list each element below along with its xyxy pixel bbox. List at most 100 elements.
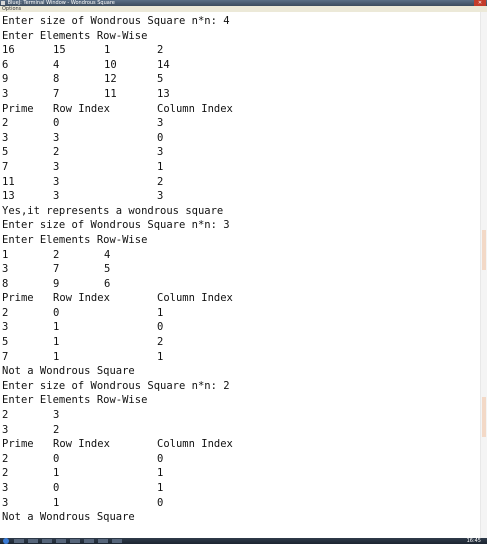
console-cell: 3: [157, 190, 164, 203]
console-line: Not a Wondrous Square: [2, 364, 477, 379]
console-line: 2 0 3: [2, 116, 477, 131]
console-cell: 3: [2, 321, 9, 334]
console-line: Prime Row Index Column Index: [2, 102, 477, 117]
taskbar-button[interactable]: [42, 539, 52, 543]
console-cell: 2: [2, 117, 9, 130]
console-cell: 5: [2, 336, 9, 349]
console-cell: 2: [2, 467, 9, 480]
console-cell: 1: [53, 496, 60, 509]
console-line: 3 7 5: [2, 262, 477, 277]
taskbar-button[interactable]: [98, 539, 108, 543]
console-cell: 2: [53, 248, 60, 261]
console-line: 2 0 0: [2, 452, 477, 467]
console-cell: 3: [53, 160, 60, 173]
console-line: Enter Elements Row-Wise: [2, 29, 477, 44]
console-cell: 3: [53, 175, 60, 188]
console-cell: 1: [157, 160, 164, 173]
console-line: 13 3 3: [2, 189, 477, 204]
console-cell: 2: [157, 336, 164, 349]
console-line: 7 1 1: [2, 350, 477, 365]
console-cell: 1: [53, 350, 60, 363]
console-cell: 8: [2, 277, 9, 290]
console-cell: 2: [53, 423, 60, 436]
console-cell: 1: [53, 467, 60, 480]
console-cell: 3: [2, 423, 9, 436]
taskbar-button[interactable]: [28, 539, 38, 543]
console-cell: Prime: [2, 292, 34, 305]
console-cell: 12: [104, 73, 117, 86]
console-line: Enter Elements Row-Wise: [2, 393, 477, 408]
console-cell: 13: [157, 87, 170, 100]
console-cell: 1: [157, 306, 164, 319]
menu-bar: Options: [0, 6, 487, 12]
console-line: 6 4 10 14: [2, 58, 477, 73]
console-cell: 2: [157, 175, 164, 188]
taskbar-button[interactable]: [70, 539, 80, 543]
console-cell: 1: [104, 44, 111, 57]
console-cell: 11: [104, 87, 117, 100]
console-cell: 3: [2, 496, 9, 509]
console-text: Not a Wondrous Square: [2, 365, 135, 378]
console-text: Not a Wondrous Square: [2, 511, 135, 524]
taskbar-button[interactable]: [112, 539, 122, 543]
console-cell: Column Index: [157, 438, 233, 451]
taskbar-button[interactable]: [56, 539, 66, 543]
console-cell: 3: [53, 190, 60, 203]
console-line: Enter size of Wondrous Square n*n: 4: [2, 14, 477, 29]
console-cell: 1: [53, 321, 60, 334]
console-cell: 15: [53, 44, 66, 57]
console-cell: Row Index: [53, 102, 110, 115]
console-cell: 6: [104, 277, 111, 290]
console-cell: 3: [53, 409, 60, 422]
console-cell: 7: [2, 160, 9, 173]
console-cell: 9: [2, 73, 9, 86]
console-cell: 0: [53, 482, 60, 494]
console-cell: 0: [53, 117, 60, 130]
menu-item-options[interactable]: Options: [0, 6, 21, 12]
console-line: 3 7 11 13: [2, 87, 477, 102]
console-line: 8 9 6: [2, 277, 477, 292]
console-line: Not a Wondrous Square: [2, 510, 477, 525]
console-cell: 0: [157, 321, 164, 334]
console-cell: 0: [53, 306, 60, 319]
taskbar-button[interactable]: [84, 539, 94, 543]
console-line: 3 3 0: [2, 131, 477, 146]
console-text: Enter size of Wondrous Square n*n: 3: [2, 219, 230, 232]
console-cell: 16: [2, 44, 15, 57]
start-button[interactable]: [3, 538, 9, 544]
terminal-output[interactable]: Enter size of Wondrous Square n*n: 4 Ente…: [2, 14, 477, 538]
vertical-scrollbar[interactable]: [480, 12, 487, 538]
console-cell: Prime: [2, 438, 34, 451]
console-cell: Prime: [2, 102, 34, 115]
taskbar-clock: 16:45: [466, 538, 481, 544]
console-line: 1 2 4: [2, 248, 477, 263]
console-cell: 5: [157, 73, 164, 86]
console-line: Prime Row Index Column Index: [2, 437, 477, 452]
console-line: 9 8 12 5: [2, 72, 477, 87]
console-cell: 1: [157, 350, 164, 363]
console-cell: 7: [53, 87, 60, 100]
taskbar-button[interactable]: [14, 539, 24, 543]
console-cell: 3: [2, 263, 9, 276]
scrollbar-marker: [482, 397, 486, 437]
console-cell: 3: [2, 482, 9, 494]
console-line: 2 0 1: [2, 306, 477, 321]
console-text: Enter size of Wondrous Square n*n: 2: [2, 379, 230, 392]
console-line: 16 15 1 2: [2, 43, 477, 58]
console-cell: 1: [2, 248, 9, 261]
console-cell: Row Index: [53, 292, 110, 305]
console-text: Enter size of Wondrous Square n*n: 4: [2, 15, 230, 27]
console-cell: Column Index: [157, 102, 233, 115]
taskbar: 16:45: [0, 538, 487, 544]
console-cell: 2: [2, 409, 9, 422]
console-cell: Row Index: [53, 438, 110, 451]
console-cell: 9: [53, 277, 60, 290]
console-cell: 0: [53, 452, 60, 465]
console-cell: 3: [2, 131, 9, 144]
console-line: Enter size of Wondrous Square n*n: 3: [2, 218, 477, 233]
console-text: Enter Elements Row-Wise: [2, 233, 148, 246]
console-line: 3 0 1: [2, 481, 477, 496]
console-text: Yes,it represents a wondrous square: [2, 204, 224, 217]
scrollbar-marker: [482, 230, 486, 270]
console-cell: 2: [157, 44, 164, 57]
